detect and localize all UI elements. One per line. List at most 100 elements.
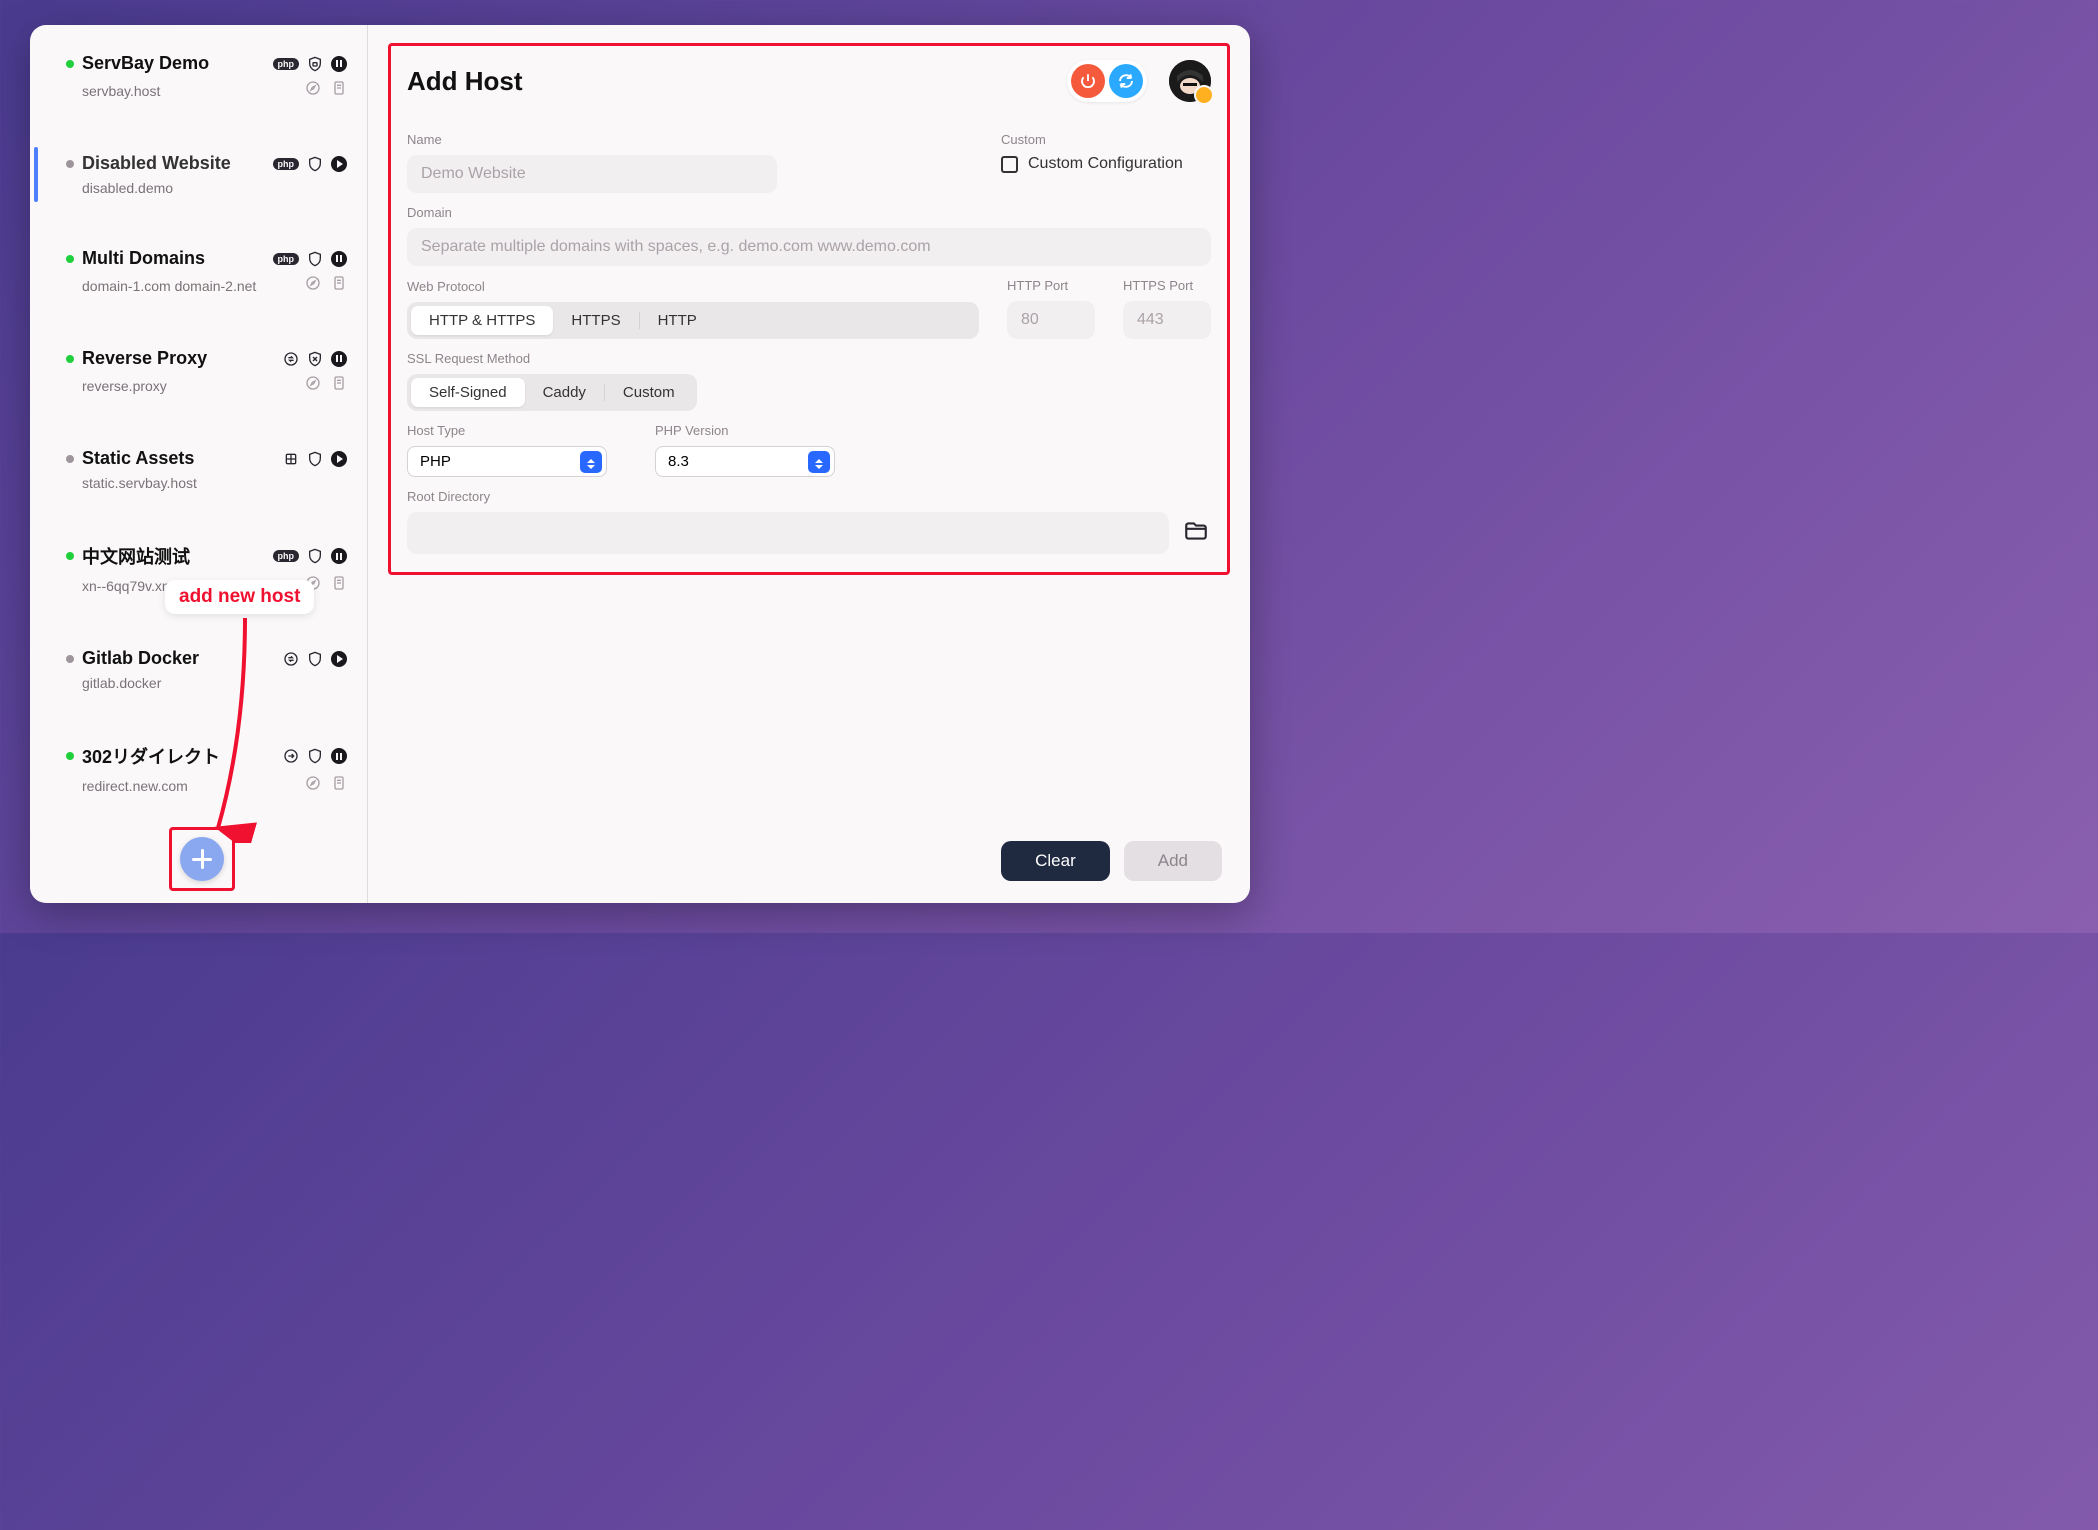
doc-icon[interactable] xyxy=(331,375,347,396)
label-name: Name xyxy=(407,132,973,147)
compass-icon[interactable] xyxy=(305,775,321,796)
status-dot-icon xyxy=(66,255,74,263)
pause-icon[interactable] xyxy=(331,251,347,267)
shield-icon xyxy=(307,156,323,172)
https-port-input[interactable] xyxy=(1123,301,1211,339)
custom-config-label: Custom Configuration xyxy=(1028,155,1183,173)
pause-icon[interactable] xyxy=(331,548,347,564)
pause-icon[interactable] xyxy=(331,56,347,72)
play-icon[interactable] xyxy=(331,451,347,467)
host-name: Disabled Website xyxy=(82,153,265,174)
protocol-opt-https[interactable]: HTTPS xyxy=(553,306,638,335)
shield-lock-icon xyxy=(307,56,323,72)
label-custom: Custom xyxy=(1001,132,1211,147)
status-dot-icon xyxy=(66,752,74,760)
php-badge-icon: php xyxy=(273,158,300,170)
label-root-dir: Root Directory xyxy=(407,489,1211,504)
host-item-static-assets[interactable]: Static Assets static.servbay.host xyxy=(30,442,367,497)
host-type-value: PHP xyxy=(420,453,451,470)
host-name: 302リダイレクト xyxy=(82,743,275,769)
host-domain: disabled.demo xyxy=(82,180,347,196)
http-port-input[interactable] xyxy=(1007,301,1095,339)
host-item-servbay-demo[interactable]: ServBay Demo php servbay.host xyxy=(30,47,367,107)
doc-icon[interactable] xyxy=(331,775,347,796)
host-domain: domain-1.com domain-2.net xyxy=(82,278,305,294)
status-dot-icon xyxy=(66,655,74,663)
status-dot-icon xyxy=(66,60,74,68)
reload-button[interactable] xyxy=(1109,64,1143,98)
pause-icon[interactable] xyxy=(331,351,347,367)
host-name: 中文网站测试 xyxy=(82,543,265,569)
php-version-select[interactable]: 8.3 xyxy=(655,446,835,477)
play-icon[interactable] xyxy=(331,156,347,172)
shield-icon xyxy=(307,651,323,667)
folder-browse-button[interactable] xyxy=(1181,518,1211,549)
server-actions xyxy=(1067,60,1147,102)
host-item-302-redirect[interactable]: 302リダイレクト redirect.new.com xyxy=(30,737,367,802)
ssl-opt-caddy[interactable]: Caddy xyxy=(525,378,604,407)
host-type-select[interactable]: PHP xyxy=(407,446,607,477)
add-button[interactable]: Add xyxy=(1124,841,1222,881)
host-domain: gitlab.docker xyxy=(82,675,347,691)
php-version-value: 8.3 xyxy=(668,453,689,470)
add-host-fab[interactable] xyxy=(180,837,224,881)
host-item-gitlab-docker[interactable]: Gitlab Docker gitlab.docker xyxy=(30,642,367,697)
power-button[interactable] xyxy=(1071,64,1105,98)
shield-x-icon xyxy=(307,351,323,367)
ssl-opt-custom[interactable]: Custom xyxy=(605,378,693,407)
clear-button[interactable]: Clear xyxy=(1001,841,1110,881)
domain-input[interactable] xyxy=(407,228,1211,266)
label-domain: Domain xyxy=(407,205,1211,220)
host-item-disabled-website[interactable]: Disabled Website php disabled.demo xyxy=(30,147,367,202)
status-dot-icon xyxy=(66,355,74,363)
shield-icon xyxy=(307,251,323,267)
protocol-opt-http-https[interactable]: HTTP & HTTPS xyxy=(411,306,553,335)
grid-icon xyxy=(283,451,299,467)
shield-icon xyxy=(307,748,323,764)
play-icon[interactable] xyxy=(331,651,347,667)
protocol-opt-http[interactable]: HTTP xyxy=(640,306,715,335)
compass-icon[interactable] xyxy=(305,80,321,101)
form-highlight-box: Add Host Name xyxy=(388,43,1230,575)
ssl-segmented: Self-Signed Caddy Custom xyxy=(407,374,697,411)
status-dot-icon xyxy=(66,160,74,168)
doc-icon[interactable] xyxy=(331,575,347,596)
main-panel: Add Host Name xyxy=(368,25,1250,903)
host-name: Multi Domains xyxy=(82,248,265,269)
host-name: Gitlab Docker xyxy=(82,648,275,669)
compass-icon[interactable] xyxy=(305,375,321,396)
root-dir-input[interactable] xyxy=(407,512,1169,554)
pause-icon[interactable] xyxy=(331,748,347,764)
swap-icon xyxy=(283,651,299,667)
custom-config-checkbox[interactable] xyxy=(1001,156,1018,173)
name-input[interactable] xyxy=(407,155,777,193)
avatar[interactable] xyxy=(1169,60,1211,102)
host-name: ServBay Demo xyxy=(82,53,265,74)
status-dot-icon xyxy=(66,455,74,463)
host-name: Static Assets xyxy=(82,448,275,469)
host-domain: redirect.new.com xyxy=(82,778,305,794)
compass-icon[interactable] xyxy=(305,275,321,296)
footer-actions: Clear Add xyxy=(1001,841,1222,881)
label-host-type: Host Type xyxy=(407,423,607,438)
host-item-reverse-proxy[interactable]: Reverse Proxy reverse.proxy xyxy=(30,342,367,402)
chevron-updown-icon xyxy=(808,451,830,473)
chevron-updown-icon xyxy=(580,451,602,473)
php-badge-icon: php xyxy=(273,253,300,265)
sidebar: ServBay Demo php servbay.host Disabled W… xyxy=(30,25,368,903)
host-item-multi-domains[interactable]: Multi Domains php domain-1.com domain-2.… xyxy=(30,242,367,302)
ssl-opt-self-signed[interactable]: Self-Signed xyxy=(411,378,525,407)
swap-icon xyxy=(283,351,299,367)
host-domain: servbay.host xyxy=(82,83,305,99)
shield-icon xyxy=(307,548,323,564)
shield-icon xyxy=(307,451,323,467)
status-dot-icon xyxy=(66,552,74,560)
php-badge-icon: php xyxy=(273,58,300,70)
doc-icon[interactable] xyxy=(331,80,347,101)
doc-icon[interactable] xyxy=(331,275,347,296)
host-domain: static.servbay.host xyxy=(82,475,347,491)
protocol-segmented: HTTP & HTTPS HTTPS HTTP xyxy=(407,302,979,339)
host-domain: reverse.proxy xyxy=(82,378,305,394)
php-badge-icon: php xyxy=(273,550,300,562)
label-web-protocol: Web Protocol xyxy=(407,279,979,294)
